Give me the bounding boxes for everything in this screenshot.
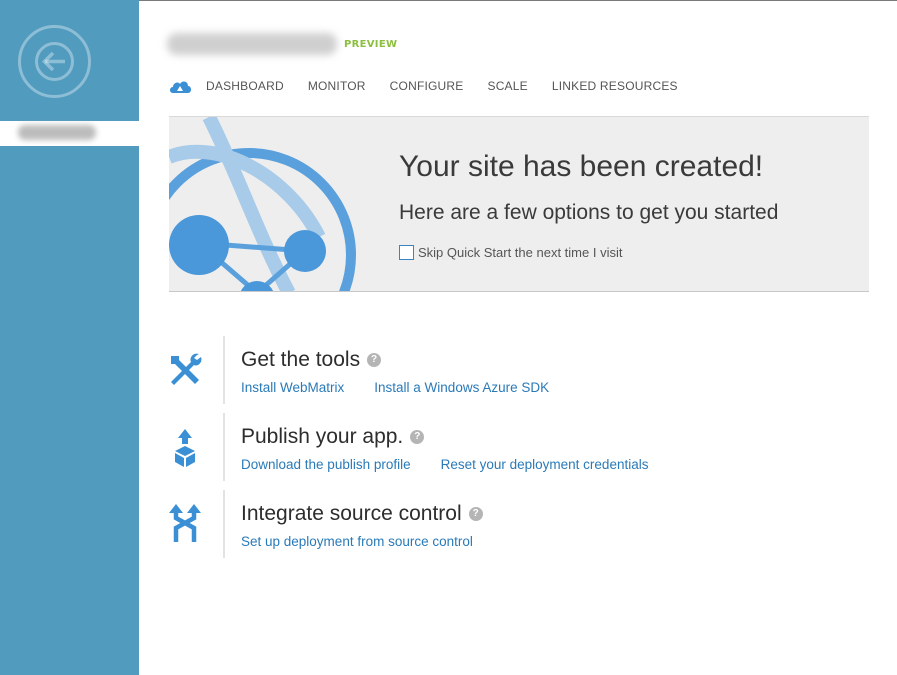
redacted-site-name xyxy=(18,125,96,140)
reset-deployment-credentials-link[interactable]: Reset your deployment credentials xyxy=(441,457,649,472)
section-divider xyxy=(223,490,225,558)
welcome-banner: Your site has been created! Here are a f… xyxy=(169,116,869,292)
left-sidebar xyxy=(0,0,139,675)
skip-quickstart-row: Skip Quick Start the next time I visit xyxy=(399,245,622,260)
back-button[interactable] xyxy=(18,25,91,98)
quickstart-cloud-icon[interactable] xyxy=(168,78,192,94)
section-divider xyxy=(223,413,225,481)
tab-configure[interactable]: CONFIGURE xyxy=(390,79,464,93)
section-title-text: Get the tools xyxy=(241,348,361,371)
section-links: Set up deployment from source control xyxy=(241,534,503,549)
help-icon[interactable]: ? xyxy=(367,353,382,367)
tab-bar: DASHBOARD MONITOR CONFIGURE SCALE LINKED… xyxy=(168,77,702,95)
section-title-text: Integrate source control xyxy=(241,502,462,525)
setup-source-control-deployment-link[interactable]: Set up deployment from source control xyxy=(241,534,473,549)
publish-icon xyxy=(175,429,195,467)
banner-subtitle: Here are a few options to get you starte… xyxy=(399,201,779,224)
skip-quickstart-label: Skip Quick Start the next time I visit xyxy=(418,245,623,260)
back-arrow-icon xyxy=(35,42,74,81)
help-icon[interactable]: ? xyxy=(410,430,425,444)
preview-badge: PREVIEW xyxy=(344,39,398,50)
redacted-site-title xyxy=(167,33,337,55)
website-globe-icon xyxy=(169,117,356,291)
tools-icon xyxy=(171,353,202,385)
section-divider xyxy=(223,336,225,404)
install-webmatrix-link[interactable]: Install WebMatrix xyxy=(241,380,344,395)
section-source-control: Integrate source control ? Set up deploy… xyxy=(165,490,765,558)
section-get-tools: Get the tools ? Install WebMatrix Instal… xyxy=(165,336,765,404)
section-publish-app: Publish your app. ? Download the publish… xyxy=(165,413,765,481)
help-icon[interactable]: ? xyxy=(468,507,483,521)
section-title: Integrate source control ? xyxy=(241,502,483,526)
section-links: Install WebMatrix Install a Windows Azur… xyxy=(241,380,579,395)
tab-scale[interactable]: SCALE xyxy=(487,79,527,93)
skip-quickstart-checkbox[interactable] xyxy=(399,245,414,260)
section-title-text: Publish your app. xyxy=(241,425,404,448)
tab-monitor[interactable]: MONITOR xyxy=(308,79,366,93)
section-title: Publish your app. ? xyxy=(241,425,425,449)
download-publish-profile-link[interactable]: Download the publish profile xyxy=(241,457,411,472)
tab-linked-resources[interactable]: LINKED RESOURCES xyxy=(552,79,678,93)
tab-dashboard[interactable]: DASHBOARD xyxy=(206,79,284,93)
install-azure-sdk-link[interactable]: Install a Windows Azure SDK xyxy=(374,380,549,395)
sidebar-item-selected[interactable] xyxy=(0,121,139,146)
section-title: Get the tools ? xyxy=(241,348,382,372)
source-control-icon xyxy=(169,504,201,542)
banner-title: Your site has been created! xyxy=(399,150,764,183)
section-links: Download the publish profile Reset your … xyxy=(241,457,678,472)
